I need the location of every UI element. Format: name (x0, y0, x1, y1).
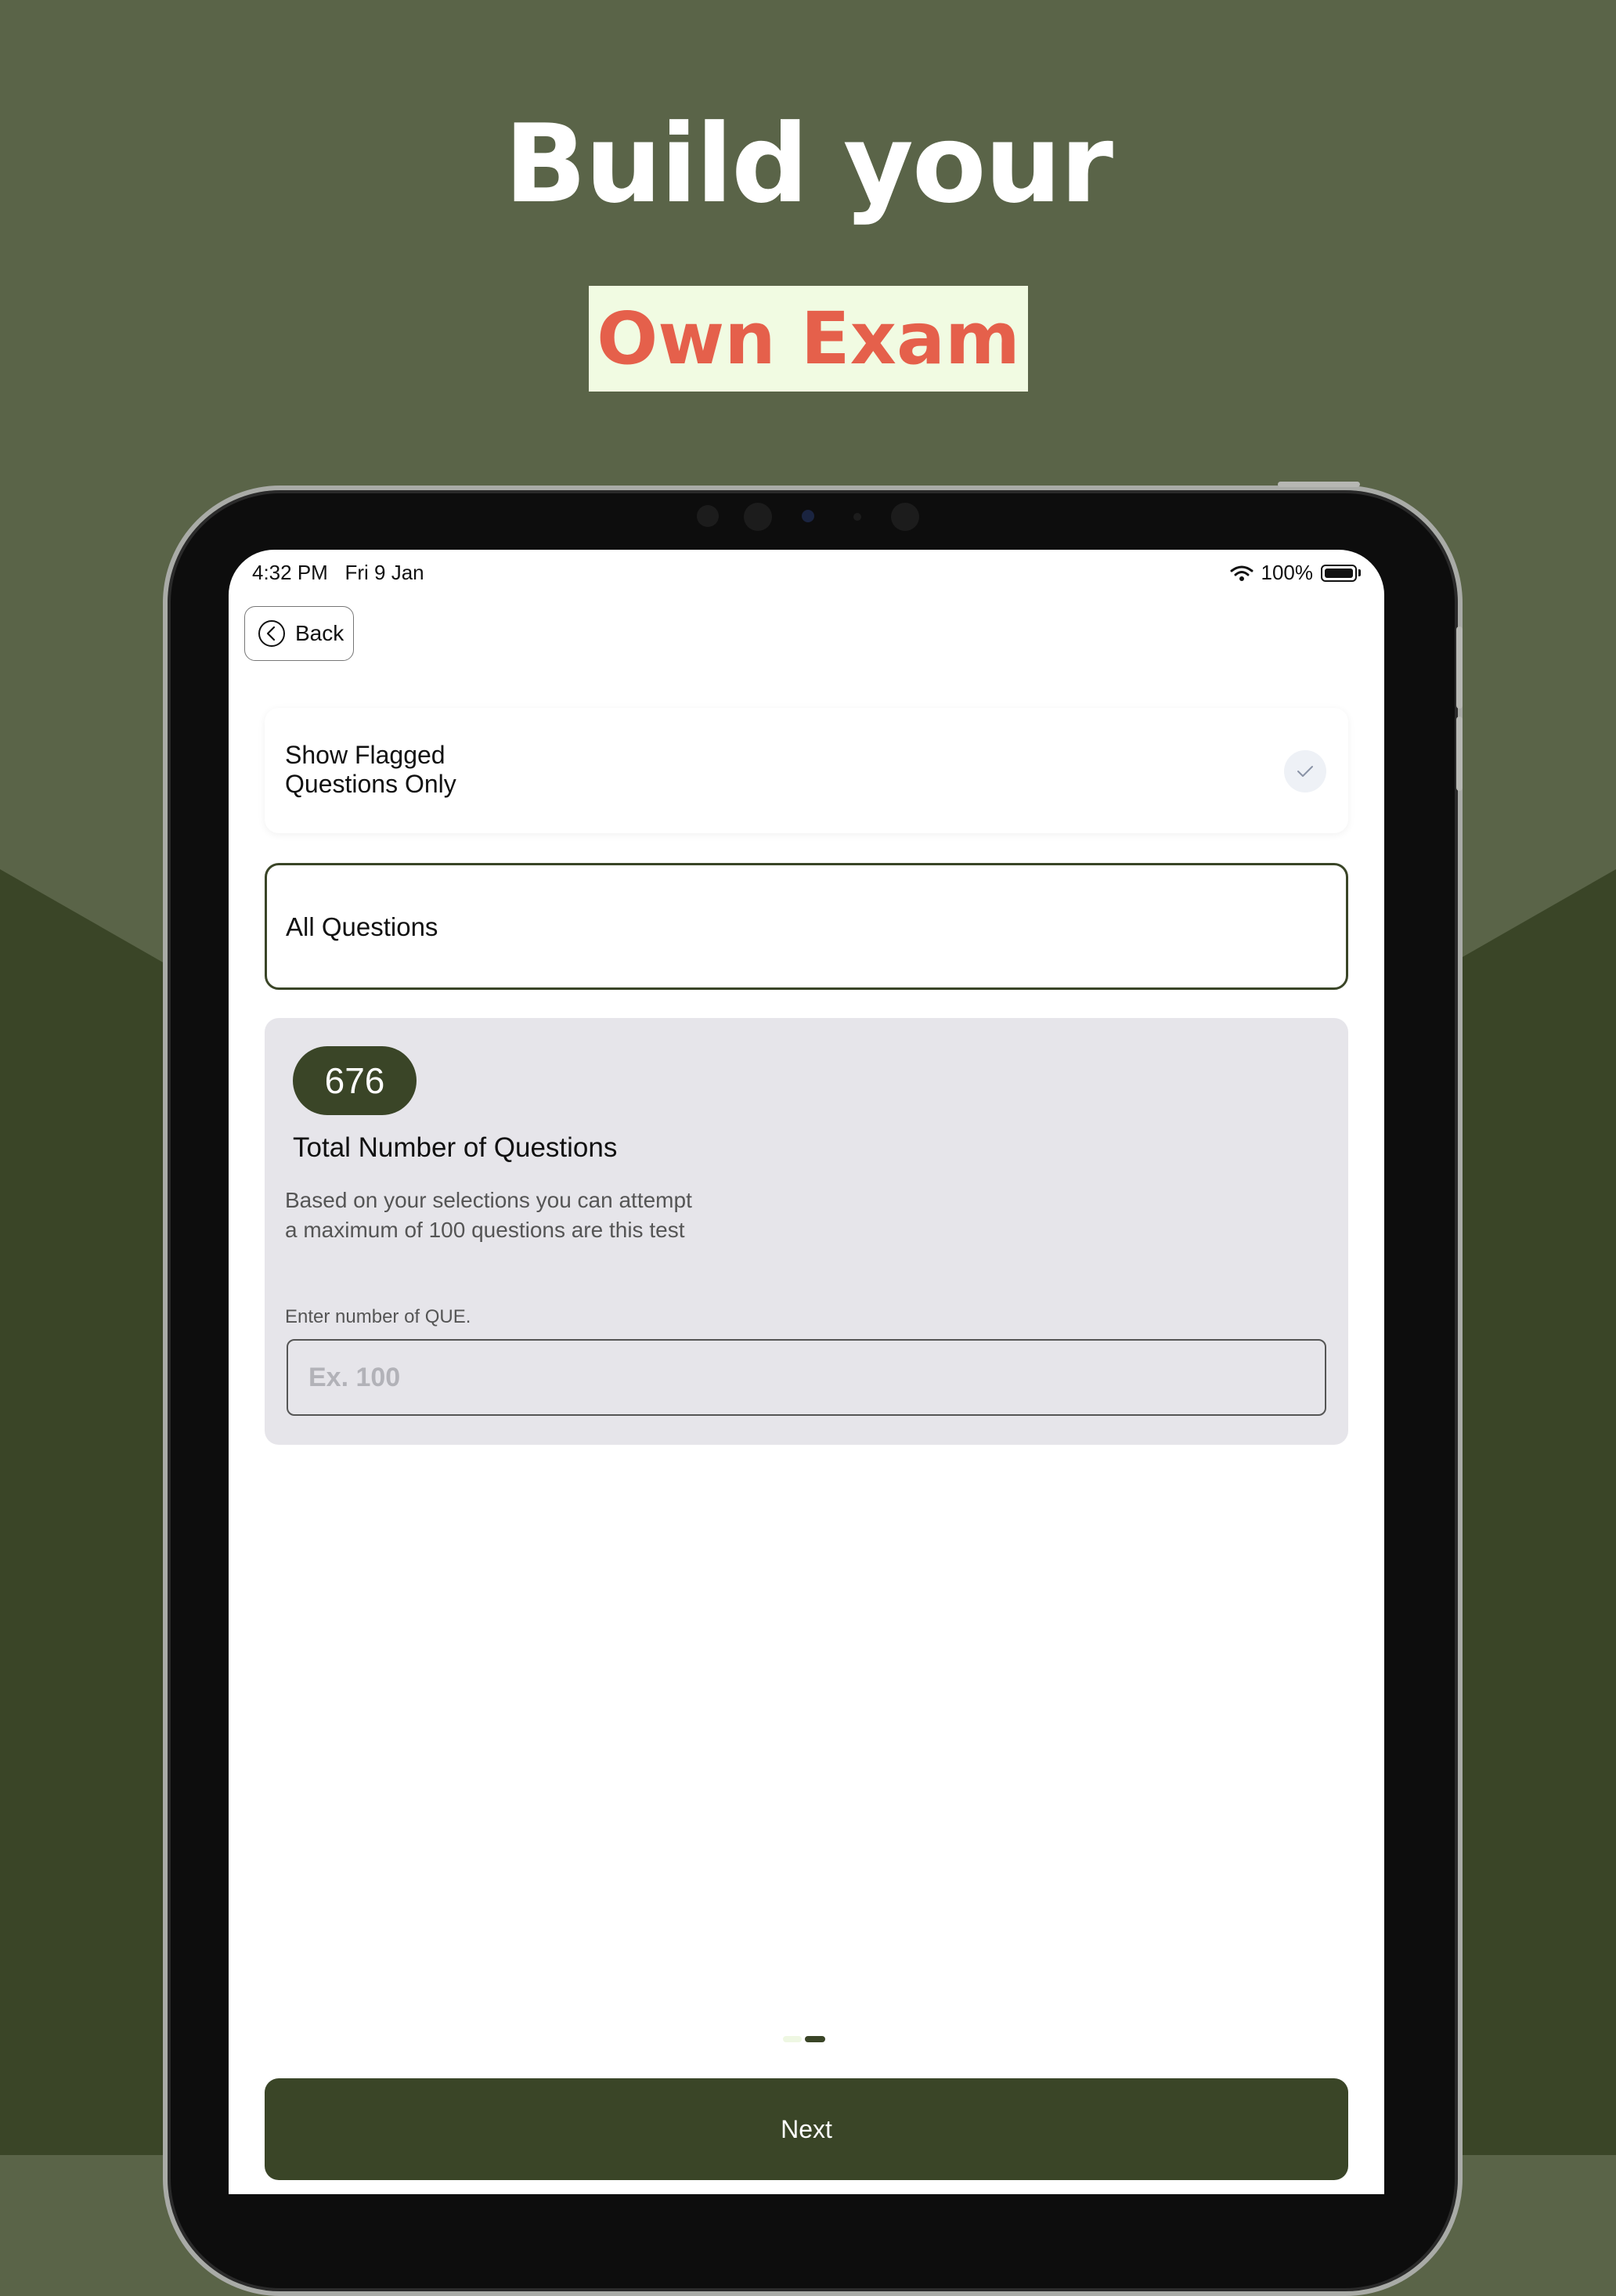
all-questions-label: All Questions (286, 912, 438, 941)
device-side-button-top (1456, 626, 1463, 709)
status-datetime: 4:32 PM Fri 9 Jan (252, 561, 424, 585)
hero-badge: Own Exam (589, 286, 1028, 392)
back-button[interactable]: Back (244, 606, 354, 661)
chevron-left-circle-icon (258, 620, 285, 647)
camera-dot-1 (697, 505, 719, 527)
device-side-button-bottom (1456, 717, 1463, 791)
back-button-label: Back (295, 621, 344, 645)
battery-tip (1358, 569, 1361, 576)
status-time: 4:32 PM (252, 561, 328, 584)
check-icon (1297, 766, 1313, 777)
questions-summary-card: 676 Total Number of Questions Based on y… (265, 1018, 1348, 1445)
page-dot-2-active[interactable] (805, 2036, 825, 2042)
camera-lens (802, 510, 814, 522)
camera-dot-3 (853, 513, 861, 521)
page-indicator (783, 2036, 825, 2042)
flagged-checkbox[interactable] (1284, 750, 1326, 792)
selection-description: Based on your selections you can attempt… (285, 1188, 692, 1242)
flagged-questions-toggle[interactable]: Show Flagged Questions Only (265, 708, 1348, 833)
total-questions-title: Total Number of Questions (293, 1132, 618, 1163)
device-top-button (1278, 482, 1360, 487)
battery-percent: 100% (1261, 561, 1314, 584)
camera-dot-4 (891, 503, 919, 531)
total-questions-count: 676 (293, 1046, 417, 1115)
status-bar: 4:32 PM Fri 9 Jan 100% (252, 561, 1361, 597)
flagged-questions-label: Show Flagged Questions Only (285, 741, 456, 798)
question-count-hint: Enter number of QUE. (285, 1306, 471, 1327)
wifi-icon (1230, 565, 1253, 581)
next-button[interactable]: Next (265, 2078, 1348, 2180)
battery-icon (1321, 564, 1357, 582)
hero-headline: Build your (504, 101, 1113, 227)
page-dot-1[interactable] (783, 2036, 802, 2042)
all-questions-option[interactable]: All Questions (265, 863, 1348, 990)
camera-dot-2 (744, 503, 772, 531)
status-indicators: 100% (1230, 561, 1361, 585)
status-date: Fri 9 Jan (344, 561, 424, 584)
question-count-input[interactable] (287, 1339, 1326, 1416)
app-screen: 4:32 PM Fri 9 Jan 100% Back Show Flagged… (229, 550, 1384, 2194)
